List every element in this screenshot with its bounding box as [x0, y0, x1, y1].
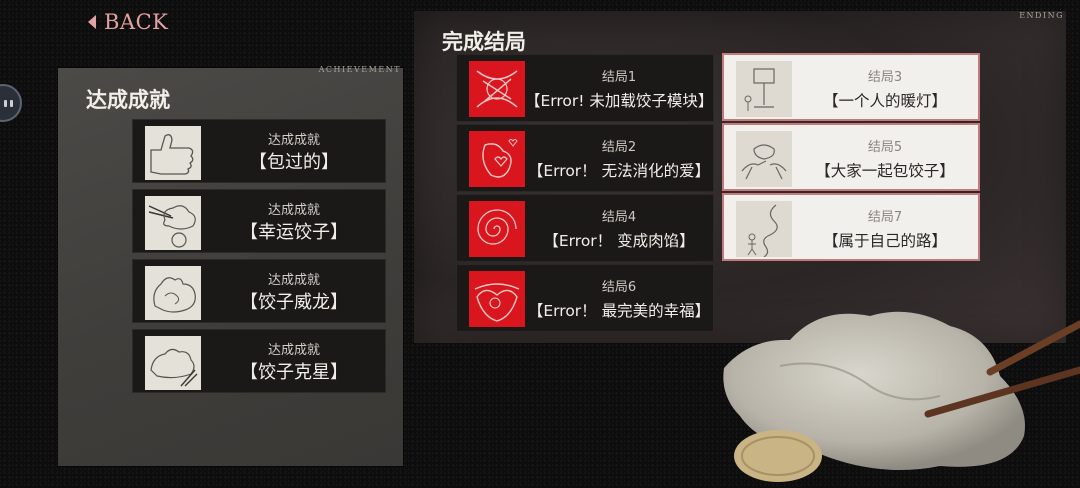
achievement-name: 【幸运饺子】 — [240, 222, 348, 243]
spiral-doodle-icon — [469, 201, 525, 257]
back-arrow-icon — [88, 15, 96, 29]
glitch-doodle-icon — [469, 61, 525, 117]
hearts-doodle-icon — [469, 131, 525, 187]
crushed-dumpling-sketch-icon — [145, 336, 201, 390]
ending-item-6[interactable]: 结局6 【Error！ 最完美的幸福】 — [456, 264, 714, 332]
achievement-name: 【包过的】 — [249, 152, 339, 173]
achievement-item[interactable]: 达成成就 【饺子威龙】 — [132, 259, 386, 323]
ending-item-1[interactable]: 结局1 【Error! 未加载饺子模块】 — [456, 54, 714, 122]
ending-item-5[interactable]: 结局5 【大家一起包饺子】 — [722, 123, 980, 191]
lamp-sketch-icon — [736, 61, 792, 117]
ending-name: 【Error！ 无法消化的爱】 — [527, 162, 711, 180]
achievement-name: 【饺子威龙】 — [240, 292, 348, 313]
achievement-caption: 达成成就 — [267, 203, 320, 218]
achievement-item[interactable]: 达成成就 【饺子克星】 — [132, 329, 386, 393]
achievement-title: 达成成就 — [86, 87, 170, 112]
back-label: BACK — [104, 10, 169, 34]
ending-name: 【一个人的暖灯】 — [822, 92, 947, 110]
ending-name: 【属于自己的路】 — [822, 232, 947, 250]
achievement-caption: 达成成就 — [267, 343, 320, 358]
ending-name: 【Error！ 变成肉馅】 — [543, 232, 695, 250]
achievement-panel: ACHIEVEMENT 达成成就 达成成就 【包过的】 达成成就 【幸运饺子】 … — [58, 65, 403, 466]
ending-item-3[interactable]: 结局3 【一个人的暖灯】 — [722, 53, 980, 121]
achievement-item[interactable]: 达成成就 【包过的】 — [132, 119, 386, 183]
ending-name: 【Error! 未加载饺子模块】 — [525, 92, 714, 110]
ending-tag: ENDING — [1019, 11, 1064, 20]
ending-caption: 结局2 — [601, 140, 637, 155]
ending-caption: 结局5 — [867, 140, 903, 155]
side-menu-button[interactable] — [0, 84, 22, 122]
ending-panel: ENDING 完成结局 结局1 【Error! 未加载饺子模块】 结局3 【一个… — [414, 11, 1066, 343]
thumbs-up-sketch-icon — [145, 126, 201, 180]
ending-item-4[interactable]: 结局4 【Error！ 变成肉馅】 — [456, 194, 714, 262]
heart-face-doodle-icon — [469, 271, 525, 327]
muscle-arm-sketch-icon — [145, 266, 201, 320]
ending-title: 完成结局 — [442, 29, 526, 54]
ending-caption: 结局6 — [601, 280, 637, 295]
hands-sketch-icon — [736, 131, 792, 187]
achievement-name: 【饺子克星】 — [240, 362, 348, 383]
achievement-tag: ACHIEVEMENT — [318, 65, 401, 74]
ending-item-2[interactable]: 结局2 【Error！ 无法消化的爱】 — [456, 124, 714, 192]
path-sketch-icon — [736, 201, 792, 257]
ending-name: 【Error！ 最完美的幸福】 — [527, 302, 711, 320]
ending-item-7[interactable]: 结局7 【属于自己的路】 — [722, 193, 980, 261]
achievement-caption: 达成成就 — [267, 133, 320, 148]
ending-caption: 结局1 — [601, 70, 637, 85]
ending-caption: 结局4 — [601, 210, 637, 225]
achievement-item[interactable]: 达成成就 【幸运饺子】 — [132, 189, 386, 253]
coin-decoration — [732, 428, 824, 484]
ending-caption: 结局3 — [867, 70, 903, 85]
back-button[interactable]: BACK — [88, 10, 168, 34]
dumpling-chopsticks-sketch-icon — [145, 196, 201, 250]
ending-caption: 结局7 — [867, 210, 903, 225]
ending-name: 【大家一起包饺子】 — [815, 162, 955, 180]
achievement-caption: 达成成就 — [267, 273, 320, 288]
